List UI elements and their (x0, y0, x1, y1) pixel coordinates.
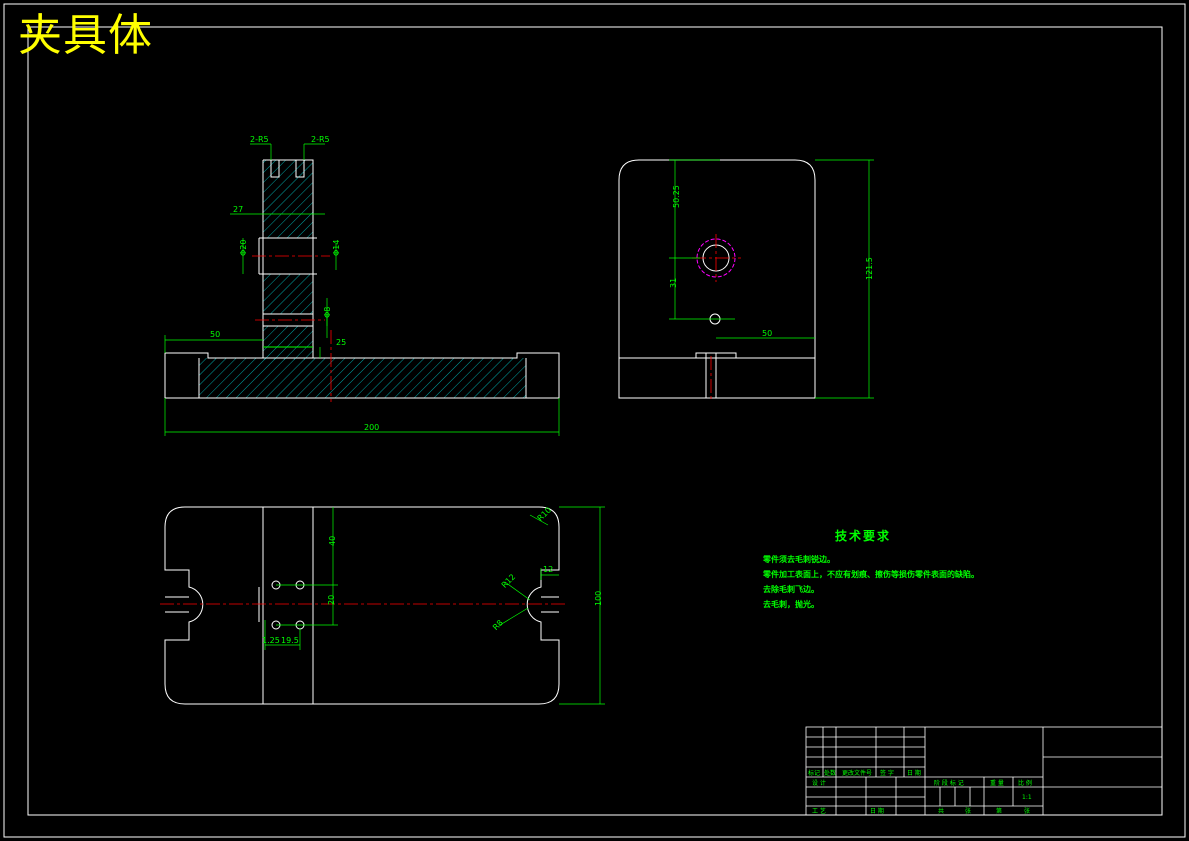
svg-text:121.5: 121.5 (865, 257, 874, 280)
svg-text:20: 20 (327, 595, 336, 605)
svg-text:12: 12 (543, 565, 553, 574)
svg-text:31: 31 (669, 278, 678, 288)
svg-text:R12: R12 (500, 572, 518, 590)
svg-text:2-R5: 2-R5 (311, 135, 330, 144)
svg-text:100: 100 (594, 591, 603, 606)
svg-text:Φ20: Φ20 (239, 240, 248, 256)
svg-text:27: 27 (233, 205, 243, 214)
drawing-sheet: 2-R5 2-R5 27 Φ20 Φ14 Φ8 50 25 200 50.25 (3, 3, 1186, 838)
svg-text:Φ14: Φ14 (332, 240, 341, 256)
svg-text:R8: R8 (491, 618, 505, 632)
svg-text:张: 张 (965, 807, 971, 815)
svg-text:设 计: 设 计 (812, 779, 826, 787)
svg-text:40: 40 (328, 536, 337, 546)
svg-text:Φ8: Φ8 (323, 307, 332, 318)
svg-text:工 艺: 工 艺 (812, 807, 826, 815)
svg-text:1.25: 1.25 (262, 636, 280, 645)
svg-text:张: 张 (1024, 807, 1030, 815)
svg-text:处数: 处数 (824, 769, 836, 777)
svg-text:R10: R10 (536, 505, 554, 523)
technical-requirement-line: 去除毛刺飞边。 (763, 585, 819, 594)
title-block-text: 标记 处数 更改文件号 签 字 日 期 设 计 工 艺 日 期 阶 段 标 记 … (808, 769, 1032, 815)
svg-text:日 期: 日 期 (870, 807, 884, 815)
svg-text:重 量: 重 量 (990, 779, 1004, 787)
top-view (164, 506, 560, 705)
side-view (618, 159, 816, 399)
svg-text:50.25: 50.25 (672, 185, 681, 208)
svg-text:第: 第 (996, 807, 1002, 815)
technical-requirement-line: 零件加工表面上，不应有划痕、擦伤等损伤零件表面的缺陷。 (763, 570, 979, 579)
svg-text:比 例: 比 例 (1018, 779, 1032, 787)
svg-text:25: 25 (336, 338, 346, 347)
svg-text:标记: 标记 (808, 769, 820, 777)
svg-text:更改文件号: 更改文件号 (842, 769, 872, 777)
svg-text:2-R5: 2-R5 (250, 135, 269, 144)
top-view-dimensions (264, 506, 605, 705)
svg-text:阶 段 标 记: 阶 段 标 记 (934, 779, 964, 787)
technical-requirement-line: 零件须去毛刺锐边。 (763, 555, 835, 564)
front-view (164, 159, 560, 399)
svg-text:19.5: 19.5 (281, 636, 299, 645)
outer-border (3, 3, 1186, 838)
drawing-title: 夹具体 (18, 10, 153, 61)
technical-requirement-line: 去毛刺，抛光。 (763, 600, 819, 609)
svg-text:200: 200 (364, 423, 379, 432)
side-view-dim-text: 50.25 31 50 121.5 (669, 185, 874, 338)
technical-requirements-title: 技术要求 (835, 529, 892, 543)
svg-text:50: 50 (762, 329, 772, 338)
svg-text:1:1: 1:1 (1022, 794, 1032, 801)
technical-requirements: 技术要求 零件须去毛刺锐边。 零件加工表面上，不应有划痕、擦伤等损伤零件表面的缺… (763, 527, 979, 612)
inner-border (27, 26, 1163, 816)
svg-text:签 字: 签 字 (880, 769, 894, 777)
svg-text:共: 共 (938, 807, 944, 815)
side-view-dimensions (669, 159, 874, 399)
svg-text:日 期: 日 期 (907, 769, 921, 777)
svg-text:50: 50 (210, 330, 220, 339)
